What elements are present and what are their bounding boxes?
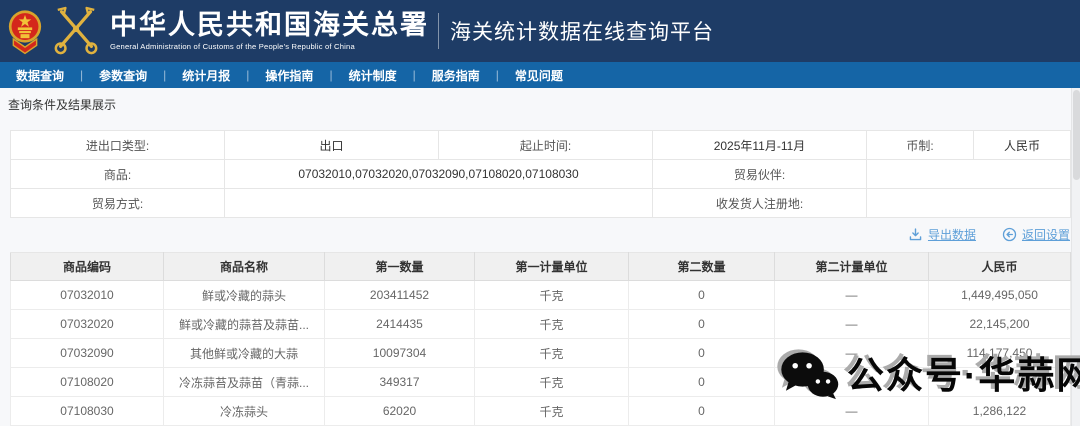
col-header-commodity-name: 商品名称 [164, 253, 325, 281]
col-header-commodity-code: 商品编码 [11, 253, 164, 281]
back-to-settings-link[interactable]: 返回设置 [1002, 226, 1070, 243]
table-cell: 114,177,450 [929, 339, 1071, 368]
results-header-row: 商品编码 商品名称 第一数量 第一计量单位 第二数量 第二计量单位 人民币 [11, 253, 1071, 281]
top-banner: 中华人民共和国海关总署 General Administration of Cu… [0, 0, 1080, 62]
agency-title-block: 中华人民共和国海关总署 General Administration of Cu… [110, 11, 429, 50]
value-currency: 人民币 [974, 131, 1071, 160]
value-trade-mode [225, 189, 653, 218]
national-emblem-icon [7, 5, 43, 57]
label-consignee-registration: 收发货人注册地: [653, 189, 867, 218]
condition-row: 贸易方式: 收发货人注册地: [11, 189, 1071, 218]
table-cell: 冷冻蒜头 [164, 397, 325, 426]
table-cell: 千克 [475, 368, 629, 397]
table-row: 07032010 鲜或冷藏的蒜头 203411452 千克 0 — 1,449,… [11, 281, 1071, 310]
agency-title-english: General Administration of Customs of the… [110, 43, 429, 51]
value-commodity: 07032010,07032020,07032090,07108020,0710… [225, 160, 653, 189]
back-to-settings-label: 返回设置 [1022, 226, 1070, 243]
table-cell: 0 [629, 281, 775, 310]
table-row: 07032090 其他鲜或冷藏的大蒜 10097304 千克 0 — 114,1… [11, 339, 1071, 368]
results-table: 商品编码 商品名称 第一数量 第一计量单位 第二数量 第二计量单位 人民币 07… [10, 252, 1071, 426]
label-currency: 币制: [867, 131, 974, 160]
table-cell: 07032010 [11, 281, 164, 310]
value-import-export-type: 出口 [225, 131, 439, 160]
table-cell: 鲜或冷藏的蒜苔及蒜苗... [164, 310, 325, 339]
col-header-first-quantity: 第一数量 [325, 253, 475, 281]
agency-title: 中华人民共和国海关总署 [110, 11, 429, 39]
table-cell: — [775, 310, 929, 339]
table-cell: 0 [629, 368, 775, 397]
label-trade-mode: 贸易方式: [11, 189, 225, 218]
table-cell: 2414435 [325, 310, 475, 339]
col-header-second-quantity: 第二数量 [629, 253, 775, 281]
table-cell: 0 [629, 339, 775, 368]
table-row: 07032020 鲜或冷藏的蒜苔及蒜苗... 2414435 千克 0 — 22… [11, 310, 1071, 339]
table-cell: 1,449,495,050 [929, 281, 1071, 310]
table-row: 07108030 冷冻蒜头 62020 千克 0 — 1,286,122 [11, 397, 1071, 426]
nav-item-service-guide[interactable]: 服务指南 [416, 67, 496, 84]
table-cell: 07108020 [11, 368, 164, 397]
nav-item-data-query[interactable]: 数据查询 [0, 67, 80, 84]
table-cell: 千克 [475, 310, 629, 339]
table-cell: 07032020 [11, 310, 164, 339]
main-navbar: 数据查询 | 参数查询 | 统计月报 | 操作指南 | 统计制度 | 服务指南 … [0, 62, 1080, 88]
result-actions: 导出数据 返回设置 [908, 224, 1070, 244]
table-cell: 22,145,200 [929, 310, 1071, 339]
banner-divider [438, 13, 439, 49]
label-time-range: 起止时间: [439, 131, 653, 160]
export-data-label: 导出数据 [928, 226, 976, 243]
label-import-export-type: 进出口类型: [11, 131, 225, 160]
back-arrow-icon [1002, 227, 1017, 242]
nav-item-faq[interactable]: 常见问题 [499, 67, 579, 84]
table-cell: 冷冻蒜苔及蒜苗（青蒜... [164, 368, 325, 397]
nav-item-operation-guide[interactable]: 操作指南 [249, 67, 329, 84]
platform-name: 海关统计数据在线查询平台 [450, 16, 714, 46]
export-data-link[interactable]: 导出数据 [908, 226, 976, 243]
table-cell: — [775, 397, 929, 426]
table-cell: 鲜或冷藏的蒜头 [164, 281, 325, 310]
condition-row: 进出口类型: 出口 起止时间: 2025年11月-11月 币制: 人民币 [11, 131, 1071, 160]
col-header-rmb: 人民币 [929, 253, 1071, 281]
table-cell: 0 [629, 310, 775, 339]
customs-query-page: 中华人民共和国海关总署 General Administration of Cu… [0, 0, 1080, 426]
table-cell: 千克 [475, 397, 629, 426]
col-header-second-unit: 第二计量单位 [775, 253, 929, 281]
table-cell: 349317 [325, 368, 475, 397]
table-cell: 其他鲜或冷藏的大蒜 [164, 339, 325, 368]
table-row: 07108020 冷冻蒜苔及蒜苗（青蒜... 349317 千克 0 [11, 368, 1071, 397]
table-cell [929, 368, 1071, 397]
table-cell: 10097304 [325, 339, 475, 368]
table-cell: 千克 [475, 281, 629, 310]
condition-row: 商品: 07032010,07032020,07032090,07108020,… [11, 160, 1071, 189]
value-time-range: 2025年11月-11月 [653, 131, 867, 160]
table-cell: — [775, 281, 929, 310]
value-trade-partner [867, 160, 1071, 189]
col-header-first-unit: 第一计量单位 [475, 253, 629, 281]
table-cell: 07032090 [11, 339, 164, 368]
label-commodity: 商品: [11, 160, 225, 189]
nav-item-monthly-report[interactable]: 统计月报 [166, 67, 246, 84]
table-cell: — [775, 339, 929, 368]
customs-crossed-keys-icon [52, 4, 100, 58]
table-cell: 07108030 [11, 397, 164, 426]
value-consignee-registration [867, 189, 1071, 218]
table-cell: 千克 [475, 339, 629, 368]
table-cell [775, 368, 929, 397]
download-icon [908, 227, 923, 242]
section-title: 查询条件及结果展示 [8, 96, 116, 113]
label-trade-partner: 贸易伙伴: [653, 160, 867, 189]
table-cell: 203411452 [325, 281, 475, 310]
query-conditions-table: 进出口类型: 出口 起止时间: 2025年11月-11月 币制: 人民币 商品:… [10, 130, 1071, 218]
table-cell: 0 [629, 397, 775, 426]
nav-item-parameter-query[interactable]: 参数查询 [83, 67, 163, 84]
nav-item-statistics-system[interactable]: 统计制度 [333, 67, 413, 84]
vertical-scrollbar[interactable] [1071, 88, 1080, 426]
table-cell: 1,286,122 [929, 397, 1071, 426]
table-cell: 62020 [325, 397, 475, 426]
scrollbar-thumb[interactable] [1073, 90, 1080, 180]
